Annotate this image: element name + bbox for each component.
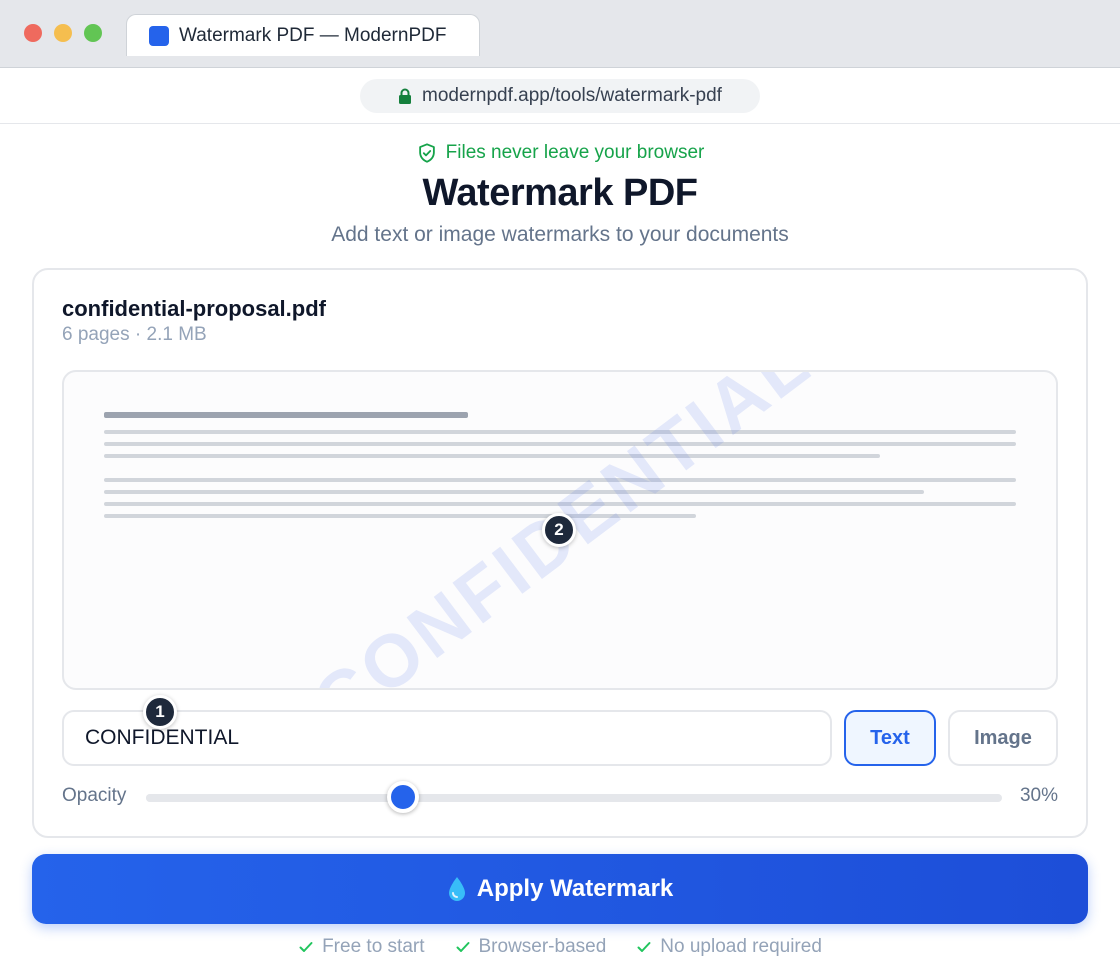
url-field[interactable]: modernpdf.app/tools/watermark-pdf	[360, 79, 760, 113]
opacity-slider[interactable]	[146, 781, 1002, 813]
shield-check-icon	[418, 143, 435, 163]
droplet-icon	[448, 877, 465, 901]
trust-notice: Files never leave your browser	[0, 142, 1120, 164]
opacity-label: Opacity	[62, 785, 127, 806]
favicon-icon	[149, 25, 169, 46]
minimize-window-button[interactable]	[54, 24, 72, 42]
doc-text-line	[104, 490, 924, 494]
image-mode-button[interactable]: Image	[948, 710, 1058, 766]
feature-list: Free to start Browser-based No upload re…	[0, 936, 1120, 958]
page-subtitle: Add text or image watermarks to your doc…	[331, 223, 789, 246]
check-icon	[637, 942, 651, 952]
watermark-card: confidential-proposal.pdf 6 pages · 2.1 …	[32, 268, 1088, 838]
opacity-value: 30%	[1019, 785, 1058, 806]
browser-titlebar: Watermark PDF — ModernPDF	[0, 0, 1120, 68]
watermark-text-input[interactable]	[62, 710, 832, 766]
doc-text-line	[104, 430, 1016, 434]
text-mode-button[interactable]: Text	[844, 710, 936, 766]
check-icon	[299, 942, 313, 952]
feature-label: Browser-based	[478, 936, 607, 957]
file-meta: 6 pages · 2.1 MB	[62, 324, 207, 345]
maximize-window-button[interactable]	[84, 24, 102, 42]
doc-text-line	[104, 454, 880, 458]
feature-label: No upload required	[660, 936, 822, 957]
tab-title: Watermark PDF — ModernPDF	[179, 24, 447, 46]
doc-text-line	[104, 442, 1016, 446]
page-title: Watermark PDF	[422, 172, 698, 214]
trust-text: Files never leave your browser	[445, 142, 705, 163]
lock-icon	[399, 88, 412, 104]
apply-watermark-label: Apply Watermark	[476, 875, 674, 902]
feature-item: Free to start	[298, 936, 425, 958]
address-bar: modernpdf.app/tools/watermark-pdf	[0, 68, 1120, 124]
step-badge-1: 1	[143, 695, 177, 729]
step-badge-2: 2	[542, 513, 576, 547]
opacity-slider-fill	[146, 794, 403, 802]
close-window-button[interactable]	[24, 24, 42, 42]
file-name: confidential-proposal.pdf	[62, 296, 326, 321]
feature-item: No upload required	[636, 936, 822, 958]
feature-item: Browser-based	[455, 936, 607, 958]
check-icon	[456, 942, 469, 952]
doc-heading-line	[104, 412, 468, 418]
apply-watermark-button[interactable]: Apply Watermark	[32, 854, 1088, 924]
browser-tab[interactable]: Watermark PDF — ModernPDF	[126, 14, 480, 56]
opacity-slider-thumb[interactable]	[386, 781, 419, 813]
url-text: modernpdf.app/tools/watermark-pdf	[422, 85, 722, 106]
feature-label: Free to start	[322, 936, 425, 957]
